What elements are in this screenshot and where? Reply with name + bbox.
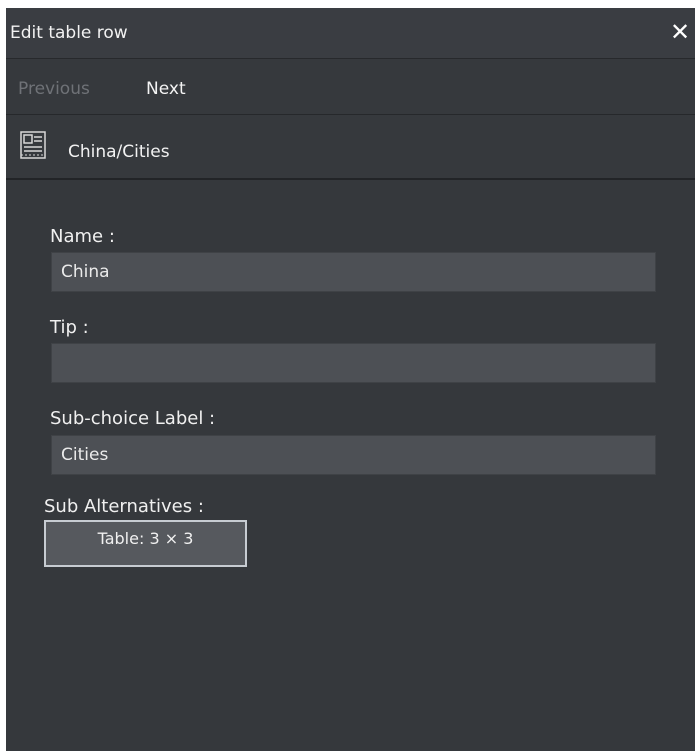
edit-table-row-dialog: Edit table row ✕ Previous Next China/Cit… bbox=[6, 8, 695, 751]
name-label: Name : bbox=[50, 226, 115, 247]
previous-button[interactable]: Previous bbox=[18, 79, 90, 99]
dialog-title: Edit table row bbox=[10, 23, 128, 43]
row-path: China/Cities bbox=[68, 142, 170, 162]
close-icon[interactable]: ✕ bbox=[668, 18, 692, 46]
table-icon bbox=[20, 131, 46, 159]
tip-field[interactable] bbox=[51, 343, 656, 383]
row-path-bar: China/Cities bbox=[6, 115, 695, 180]
record-navigation: Previous Next bbox=[6, 59, 695, 115]
dialog-titlebar: Edit table row ✕ bbox=[6, 8, 695, 59]
name-field[interactable] bbox=[51, 252, 656, 292]
tip-label: Tip : bbox=[50, 317, 89, 338]
sub-alternatives-label: Sub Alternatives : bbox=[44, 496, 204, 517]
sub-alternatives-table-button[interactable]: Table: 3 × 3 bbox=[44, 520, 247, 567]
next-button[interactable]: Next bbox=[146, 79, 186, 99]
sub-choice-label-field[interactable] bbox=[51, 435, 656, 475]
sub-choice-label-label: Sub-choice Label : bbox=[50, 408, 216, 429]
